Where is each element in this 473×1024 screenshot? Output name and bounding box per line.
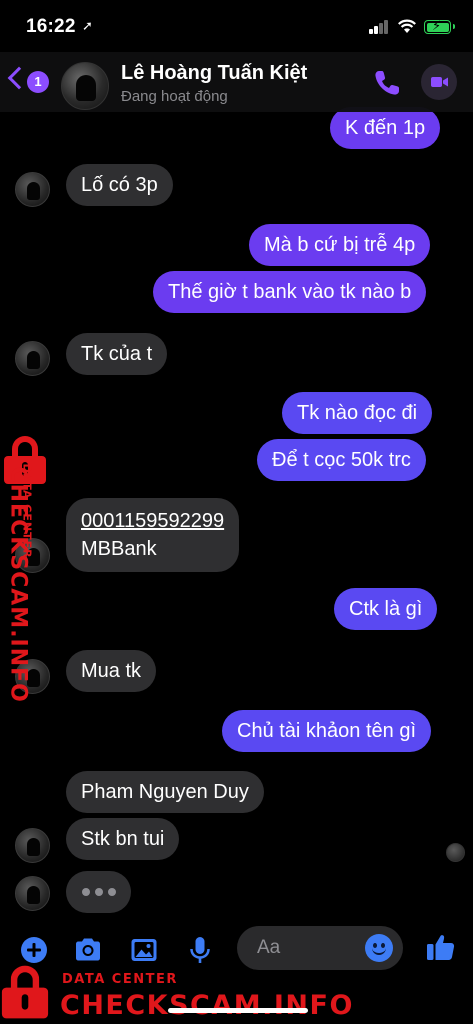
phone-icon[interactable] bbox=[372, 68, 402, 98]
emoji-icon[interactable] bbox=[365, 934, 393, 962]
video-call-button[interactable] bbox=[421, 64, 457, 100]
message-bubble-incoming[interactable]: Pham Nguyen Duy bbox=[66, 771, 264, 813]
account-number-link[interactable]: 0001159592299 bbox=[81, 509, 224, 533]
signal-icon bbox=[369, 20, 391, 34]
message-bubble-incoming[interactable]: Tk của t bbox=[66, 333, 168, 375]
video-icon bbox=[431, 77, 448, 87]
contact-avatar[interactable] bbox=[15, 828, 50, 863]
message-input[interactable] bbox=[257, 936, 357, 960]
message-bubble-incoming[interactable]: Stk bn tui bbox=[66, 818, 180, 860]
message-bubble-outgoing[interactable]: Tk nào đọc đi bbox=[282, 392, 433, 434]
message-bubble-incoming[interactable]: Lố có 3p bbox=[66, 164, 173, 206]
message-bubble-outgoing[interactable]: Chủ tài khảon tên gì bbox=[222, 710, 432, 752]
watermark-subtext: DATA CENTER bbox=[20, 463, 34, 559]
wifi-icon bbox=[398, 19, 416, 33]
watermark-subtext: DATA CENTER bbox=[62, 972, 178, 987]
message-bubble-outgoing[interactable]: Thế giờ t bank vào tk nào b bbox=[153, 271, 427, 313]
unread-badge: 1 bbox=[27, 71, 49, 93]
contact-name[interactable]: Lê Hoàng Tuấn Kiệt bbox=[121, 62, 307, 85]
watermark-text: CHECKSCAM.INFO bbox=[60, 990, 354, 1021]
contact-avatar[interactable] bbox=[15, 876, 50, 911]
contact-avatar[interactable] bbox=[15, 172, 50, 207]
typing-indicator bbox=[66, 871, 131, 913]
back-button[interactable]: 1 bbox=[7, 66, 53, 96]
conversation-header: 1 Lê Hoàng Tuấn Kiệt Đang hoạt động bbox=[0, 52, 473, 112]
contact-avatar[interactable] bbox=[61, 62, 109, 110]
thumbs-up-icon[interactable] bbox=[424, 930, 458, 964]
contact-avatar[interactable] bbox=[15, 341, 50, 376]
message-bubble-outgoing[interactable]: Ctk là gì bbox=[334, 588, 438, 630]
home-indicator[interactable] bbox=[168, 1008, 308, 1013]
message-bubble-outgoing[interactable]: Để t cọc 50k trc bbox=[257, 439, 426, 481]
message-bubble-outgoing[interactable]: K đến 1p bbox=[330, 107, 441, 149]
bank-name: MBBank bbox=[81, 538, 157, 560]
message-bubble-incoming[interactable]: 0001159592299 MBBank bbox=[66, 498, 240, 572]
watermark-bottom: DATA CENTER CHECKSCAM.INFO bbox=[0, 962, 352, 1024]
location-arrow-icon: ➚ bbox=[82, 18, 93, 33]
message-bubble-outgoing[interactable]: Mà b cứ bị trễ 4p bbox=[249, 224, 431, 266]
contact-status: Đang hoạt động bbox=[121, 88, 228, 105]
message-bubble-incoming[interactable]: Mua tk bbox=[66, 650, 157, 692]
status-time: 16:22 bbox=[26, 16, 76, 37]
battery-icon: ⚡ bbox=[424, 18, 455, 34]
watermark-side: CHECKSCAM.INFO DATA CENTER bbox=[0, 436, 60, 703]
lock-icon bbox=[1, 965, 49, 1019]
read-receipt-avatar bbox=[446, 843, 465, 862]
message-list: K đến 1p Lố có 3p Mà b cứ bị trễ 4p Thế … bbox=[0, 0, 473, 1024]
status-bar: 16:22 ➚ ⚡ bbox=[0, 0, 473, 52]
